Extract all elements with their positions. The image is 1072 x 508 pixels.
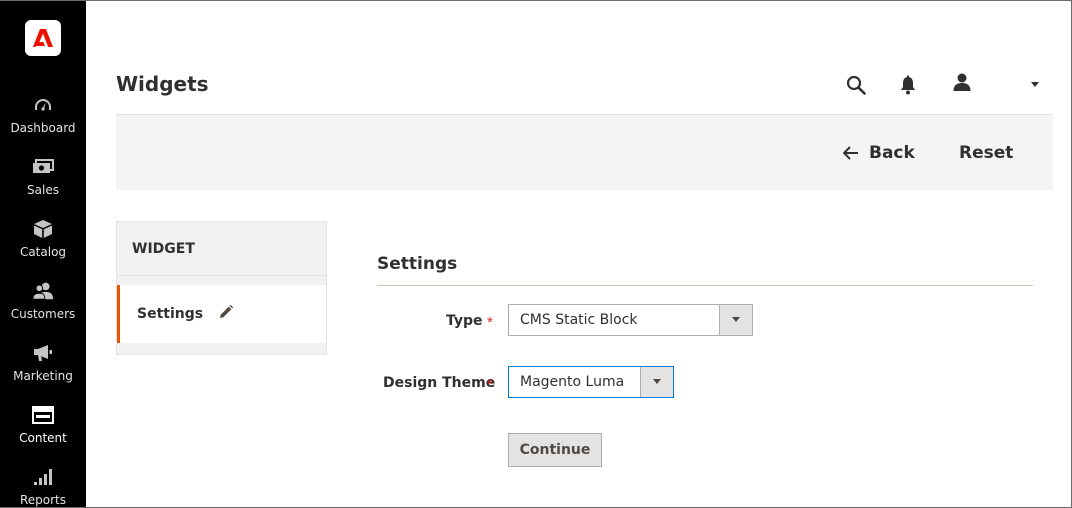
- sidebar-item-marketing[interactable]: Marketing: [0, 338, 86, 396]
- sidebar-item-label: Reports: [19, 493, 67, 507]
- sidebar-item-catalog[interactable]: Catalog: [0, 214, 86, 272]
- dashboard-icon: [32, 94, 54, 116]
- widget-tabs-panel: WIDGET Settings: [116, 221, 327, 355]
- section-title: Settings: [377, 254, 458, 274]
- reset-button[interactable]: Reset: [959, 143, 1013, 163]
- sidebar-item-label: Content: [19, 431, 67, 445]
- caret-down-icon[interactable]: [1024, 74, 1046, 96]
- content-icon: [32, 404, 54, 426]
- tab-label: Settings: [137, 306, 204, 322]
- user-icon[interactable]: [951, 71, 973, 93]
- search-icon[interactable]: [845, 74, 867, 96]
- adobe-logo-icon: [33, 29, 53, 47]
- sidebar-item-customers[interactable]: Customers: [0, 276, 86, 334]
- sidebar-item-sales[interactable]: Sales: [0, 152, 86, 210]
- type-select-value: CMS Static Block: [520, 312, 638, 328]
- back-button[interactable]: Back: [843, 143, 915, 163]
- admin-sidebar: Dashboard Sales Catalog Customers Market…: [0, 0, 86, 508]
- arrow-left-icon: [843, 146, 858, 160]
- continue-button-label: Continue: [519, 442, 591, 458]
- pencil-icon: [219, 304, 234, 324]
- required-marker: *: [487, 376, 493, 393]
- catalog-icon: [32, 218, 54, 240]
- chevron-down-icon: [640, 367, 673, 397]
- reports-icon: [32, 466, 54, 488]
- section-divider: [377, 285, 1033, 286]
- required-marker: *: [487, 314, 493, 331]
- design-theme-select-value: Magento Luma: [520, 374, 625, 390]
- page-title: Widgets: [116, 72, 209, 96]
- sidebar-item-reports[interactable]: Reports: [0, 462, 86, 508]
- sales-icon: [32, 156, 54, 178]
- sidebar-item-content[interactable]: Content: [0, 400, 86, 458]
- continue-button[interactable]: Continue: [508, 433, 602, 467]
- sidebar-item-label: Catalog: [19, 245, 67, 259]
- sidebar-item-label: Sales: [27, 183, 59, 197]
- sidebar-item-label: Marketing: [13, 369, 73, 383]
- tabs-heading: WIDGET: [117, 222, 326, 276]
- adobe-logo[interactable]: [25, 20, 61, 56]
- design-theme-label: Design Theme: [383, 375, 496, 391]
- bell-icon[interactable]: [897, 74, 919, 96]
- back-button-label: Back: [869, 143, 915, 163]
- sidebar-item-dashboard[interactable]: Dashboard: [0, 90, 86, 148]
- type-label: Type: [446, 313, 483, 329]
- sidebar-item-label: Dashboard: [10, 121, 76, 135]
- tab-settings[interactable]: Settings: [117, 285, 326, 343]
- sidebar-item-label: Customers: [10, 307, 76, 321]
- marketing-icon: [32, 342, 54, 364]
- type-select[interactable]: CMS Static Block: [508, 304, 753, 336]
- chevron-down-icon: [719, 305, 752, 335]
- design-theme-select[interactable]: Magento Luma: [508, 366, 674, 398]
- page-actions-bar: Back Reset: [116, 114, 1053, 190]
- customers-icon: [32, 280, 54, 302]
- reset-button-label: Reset: [959, 143, 1014, 163]
